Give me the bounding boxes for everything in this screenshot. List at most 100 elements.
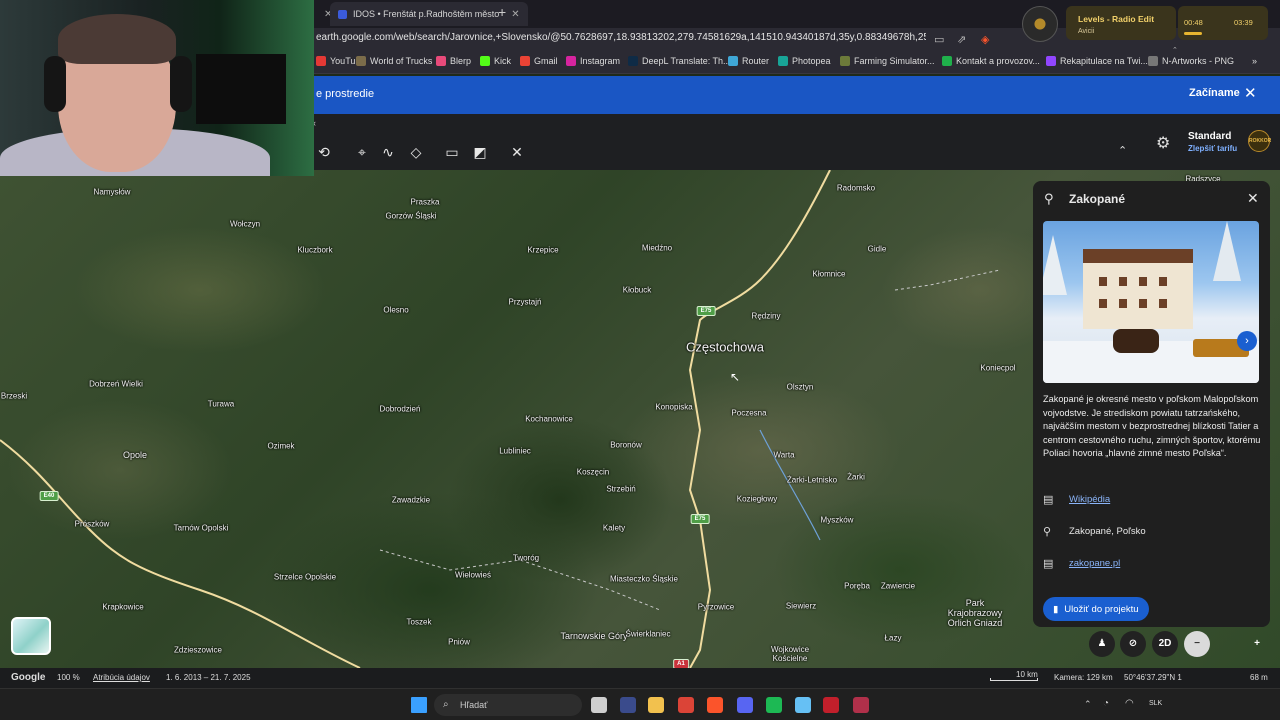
map-place-label[interactable]: Turawa: [208, 400, 234, 409]
map-place-label[interactable]: Kłobuck: [623, 286, 651, 295]
map-place-label[interactable]: Miedźno: [642, 244, 672, 253]
compass-icon[interactable]: ⊘: [1120, 631, 1146, 657]
bookmark-item[interactable]: Photopea: [778, 56, 831, 66]
map-place-label[interactable]: Praszka: [411, 198, 440, 207]
upgrade-plan-link[interactable]: Zlepšiť tarifu: [1188, 144, 1237, 153]
map-place-label[interactable]: Olsztyn: [787, 383, 814, 392]
wikipedia-row[interactable]: ▤ Wikipédia: [1043, 493, 1110, 506]
map-place-label[interactable]: Warta: [773, 451, 794, 460]
zoom-in-icon[interactable]: +: [1244, 631, 1270, 657]
chevron-up-icon[interactable]: ⌃: [1084, 699, 1092, 710]
map-place-label[interactable]: Dobrzeń Wielki: [81, 380, 151, 389]
map-style-button[interactable]: [11, 617, 51, 655]
map-place-label[interactable]: Częstochowa: [686, 340, 764, 355]
map-place-label[interactable]: Zawadzkie: [392, 496, 430, 505]
elevation-icon[interactable]: ◩: [470, 144, 490, 161]
map-place-label[interactable]: Olesno: [383, 306, 408, 315]
map-place-label[interactable]: Prószków: [75, 520, 110, 529]
map-place-label[interactable]: Konopiska: [655, 403, 692, 412]
taskbar-search[interactable]: ⌕ Hľadať: [434, 694, 582, 716]
language-indicator[interactable]: SLK: [1149, 700, 1162, 707]
map-place-label[interactable]: Myszków: [821, 516, 854, 525]
windows-icon[interactable]: [411, 697, 427, 713]
avatar[interactable]: ROKKOR: [1248, 130, 1271, 152]
path-icon[interactable]: ∿: [378, 144, 398, 161]
map-place-label[interactable]: Pyrzowice: [698, 603, 734, 612]
bookmark-item[interactable]: Kick: [480, 56, 511, 66]
save-to-project-button[interactable]: ▮ Uložiť do projektu: [1043, 597, 1149, 621]
map-place-label[interactable]: Wojkowice Kościelne: [755, 645, 825, 663]
map-place-label[interactable]: Zdzieszowice: [174, 646, 222, 655]
map-place-label[interactable]: Dobrodzień: [380, 405, 421, 414]
map-place-label[interactable]: Siewierz: [786, 602, 816, 611]
map-place-label[interactable]: Pniów: [448, 638, 470, 647]
bookmark-item[interactable]: Blerp: [436, 56, 471, 66]
steam-icon[interactable]: [795, 697, 811, 713]
website-row[interactable]: ▤ zakopane.pl: [1043, 557, 1120, 570]
tools-icon[interactable]: ✕: [507, 144, 527, 161]
screen-icon[interactable]: ▭: [934, 33, 944, 46]
map-place-label[interactable]: Kluczbork: [297, 246, 332, 255]
obs-icon[interactable]: [823, 697, 839, 713]
toggle-2d-button[interactable]: 2D: [1152, 631, 1178, 657]
next-photo-button[interactable]: ›: [1237, 331, 1257, 351]
map-place-label[interactable]: Żarki-Letnisko: [787, 476, 837, 485]
wifi-icon[interactable]: ◠: [1125, 698, 1134, 709]
polygon-icon[interactable]: ◇: [406, 144, 426, 161]
bookmark-item[interactable]: Rekapitulace na Twi...: [1046, 56, 1148, 66]
map-place-label[interactable]: Namysłów: [94, 188, 131, 197]
history-icon[interactable]: ⟲: [314, 144, 334, 161]
map-place-label[interactable]: Gidle: [868, 245, 887, 254]
bookmark-item[interactable]: N-Artworks - PNG: [1148, 56, 1234, 66]
map-place-label[interactable]: Koniecpol: [980, 364, 1015, 373]
discord-icon[interactable]: [737, 697, 753, 713]
bookmark-item[interactable]: Instagram: [566, 56, 620, 66]
map-place-label[interactable]: Opole: [123, 450, 147, 460]
map-place-label[interactable]: Koziegłowy: [737, 495, 777, 504]
chevron-up-icon[interactable]: ⌃: [1118, 144, 1127, 157]
map-place-label[interactable]: Strzebiń: [606, 485, 635, 494]
attribution-link[interactable]: Atribúcia údajov: [93, 673, 150, 682]
map-place-label[interactable]: Boronów: [610, 441, 642, 450]
bookmark-item[interactable]: Gmail: [520, 56, 558, 66]
bookmark-item[interactable]: Router: [728, 56, 769, 66]
map-place-label[interactable]: Zawiercie: [881, 582, 915, 591]
terminal-icon[interactable]: [620, 697, 636, 713]
share-icon[interactable]: ⇗: [957, 33, 966, 46]
map-place-label[interactable]: Gorzów Śląski: [385, 212, 436, 221]
map-place-label[interactable]: Kłomnice: [813, 270, 846, 279]
map-place-label[interactable]: Tarnów Opolski: [166, 524, 236, 533]
map-place-label[interactable]: Tarnowskie Góry: [559, 631, 629, 641]
map-place-label[interactable]: Park Krajobrazowy Orlich Gniazd: [940, 598, 1010, 628]
brave-icon[interactable]: [707, 697, 723, 713]
bookmark-item[interactable]: World of Trucks: [356, 56, 432, 66]
map-place-label[interactable]: Wielowieś: [455, 571, 491, 580]
zoom-out-icon[interactable]: −: [1184, 631, 1210, 657]
map-place-label[interactable]: Kalety: [603, 524, 625, 533]
map-place-label[interactable]: Rędziny: [752, 312, 781, 321]
map-place-label[interactable]: Krzepice: [527, 246, 558, 255]
new-tab-icon[interactable]: +: [498, 4, 506, 20]
close-icon[interactable]: ✕: [1244, 84, 1257, 102]
map-place-label[interactable]: Miasteczko Śląskie: [609, 575, 679, 584]
file-explorer-icon[interactable]: [591, 697, 607, 713]
map-place-label[interactable]: Krapkowice: [102, 603, 143, 612]
map-place-label[interactable]: Ozimek: [267, 442, 294, 451]
close-icon[interactable]: ✕: [1247, 190, 1259, 207]
placemark-icon[interactable]: ⌖: [352, 144, 372, 161]
map-place-label[interactable]: Kochanowice: [525, 415, 573, 424]
map-place-label[interactable]: Strzelce Opolskie: [270, 573, 340, 582]
banner-start-button[interactable]: Začíname: [1189, 87, 1240, 99]
website-link[interactable]: zakopane.pl: [1069, 558, 1120, 569]
map-place-label[interactable]: Wołczyn: [230, 220, 260, 229]
spotify-icon[interactable]: [766, 697, 782, 713]
place-photo[interactable]: ›: [1043, 221, 1259, 383]
map-place-label[interactable]: Koszęcin: [577, 468, 609, 477]
map-place-label[interactable]: Żarki: [847, 473, 865, 482]
map-place-label[interactable]: Poczesna: [731, 409, 766, 418]
gear-icon[interactable]: ⚙: [1156, 133, 1170, 153]
map-place-label[interactable]: Tworóg: [513, 554, 539, 563]
bookmark-item[interactable]: Kontakt a provozov...: [942, 56, 1040, 66]
brave-shield-icon[interactable]: ◈: [981, 33, 989, 46]
map-place-label[interactable]: Łazy: [885, 634, 902, 643]
